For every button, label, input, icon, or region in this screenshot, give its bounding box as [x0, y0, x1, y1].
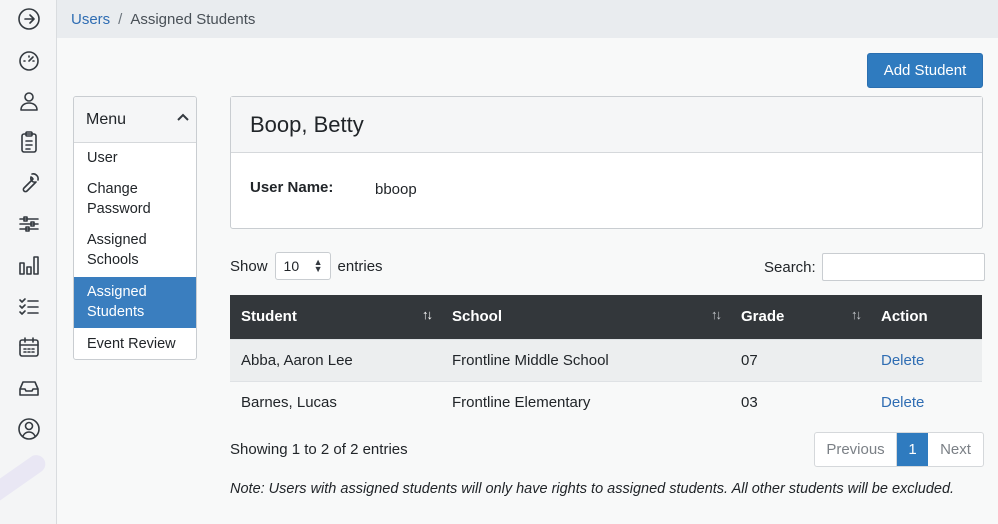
clipboard-icon[interactable]	[14, 127, 44, 157]
next-page-button[interactable]: Next	[928, 433, 983, 466]
cell-student: Abba, Aaron Lee	[230, 338, 441, 381]
table-search: Search:	[764, 253, 985, 281]
column-header-label: Grade	[741, 308, 785, 326]
username-label: User Name:	[250, 179, 334, 196]
menu-item-assigned-students[interactable]: Assigned Students	[74, 277, 196, 328]
entries-select[interactable]: 10 ▲ ▼	[274, 252, 331, 280]
column-header-school[interactable]: School ↑↓	[441, 295, 730, 339]
column-header-action: Action	[870, 295, 982, 339]
search-input[interactable]	[821, 253, 985, 281]
show-label: Show	[230, 257, 268, 275]
sliders-icon[interactable]	[14, 209, 44, 239]
username-value: bboop	[375, 181, 417, 198]
entries-label: entries	[337, 257, 383, 275]
cell-grade: 03	[730, 380, 870, 423]
inbox-icon[interactable]	[14, 373, 44, 403]
menu-title: Menu	[86, 110, 127, 128]
user-icon[interactable]	[14, 86, 44, 116]
delete-link[interactable]: Delete	[870, 338, 982, 381]
cell-student: Barnes, Lucas	[230, 380, 441, 423]
icon-sidebar	[0, 0, 57, 524]
dashboard-gauge-icon[interactable]	[14, 45, 44, 75]
sort-icon: ↑↓	[711, 307, 722, 322]
table-header-row: Student ↑↓ School ↑↓ Grade ↑↓ Action	[230, 295, 982, 339]
breadcrumb-current: Assigned Students	[130, 10, 256, 28]
entries-select-value: 10	[283, 258, 300, 274]
arrow-right-circle-icon[interactable]	[14, 4, 44, 34]
column-header-label: School	[452, 308, 503, 326]
wrench-icon[interactable]	[14, 168, 44, 198]
previous-page-button[interactable]: Previous	[815, 433, 897, 466]
calendar-icon[interactable]	[14, 332, 44, 362]
menu-item-event-review[interactable]: Event Review	[74, 328, 196, 359]
sort-icon: ↑↓	[851, 307, 862, 322]
page-1-button[interactable]: 1	[897, 433, 928, 466]
breadcrumb-separator: /	[118, 10, 123, 28]
support-icon[interactable]	[14, 414, 44, 444]
select-arrows-icon: ▲ ▼	[313, 257, 323, 274]
main-content: Add Student Menu User Change Password As…	[57, 38, 998, 524]
table-row: Barnes, Lucas Frontline Elementary 03 De…	[230, 380, 982, 423]
assigned-students-table: Student ↑↓ School ↑↓ Grade ↑↓ Action Abb…	[230, 295, 982, 423]
side-menu: Menu User Change Password Assigned Schoo…	[73, 96, 197, 360]
bar-chart-icon[interactable]	[14, 250, 44, 280]
decorative-stripe	[0, 451, 49, 507]
breadcrumb-users-link[interactable]: Users	[71, 11, 110, 28]
username-row: User Name: bboop	[250, 179, 417, 198]
cell-school: Frontline Elementary	[441, 380, 730, 423]
add-student-button[interactable]: Add Student	[867, 53, 983, 88]
entries-length-control: Show 10 ▲ ▼ entries	[230, 252, 383, 280]
column-header-label: Student	[241, 308, 297, 326]
delete-link[interactable]: Delete	[870, 380, 982, 423]
pagination: Previous 1 Next	[814, 432, 984, 467]
chevron-up-icon[interactable]	[176, 110, 190, 129]
user-full-name: Boop, Betty	[231, 97, 982, 153]
user-profile-card: Boop, Betty User Name: bboop	[230, 96, 983, 229]
column-header-student[interactable]: Student ↑↓	[230, 295, 441, 339]
cell-school: Frontline Middle School	[441, 338, 730, 381]
breadcrumb: Users / Assigned Students	[57, 0, 998, 38]
menu-item-change-password[interactable]: Change Password	[74, 174, 196, 226]
table-info: Showing 1 to 2 of 2 entries	[230, 441, 408, 458]
sort-icon: ↑↓	[422, 307, 433, 322]
menu-item-assigned-schools[interactable]: Assigned Schools	[74, 226, 196, 277]
column-header-grade[interactable]: Grade ↑↓	[730, 295, 870, 339]
assignment-note: Note: Users with assigned students will …	[230, 481, 955, 497]
cell-grade: 07	[730, 338, 870, 381]
table-row: Abba, Aaron Lee Frontline Middle School …	[230, 338, 982, 381]
menu-item-user[interactable]: User	[74, 143, 196, 174]
menu-header[interactable]: Menu	[74, 97, 196, 143]
search-label: Search:	[764, 258, 816, 276]
checklist-icon[interactable]	[14, 291, 44, 321]
